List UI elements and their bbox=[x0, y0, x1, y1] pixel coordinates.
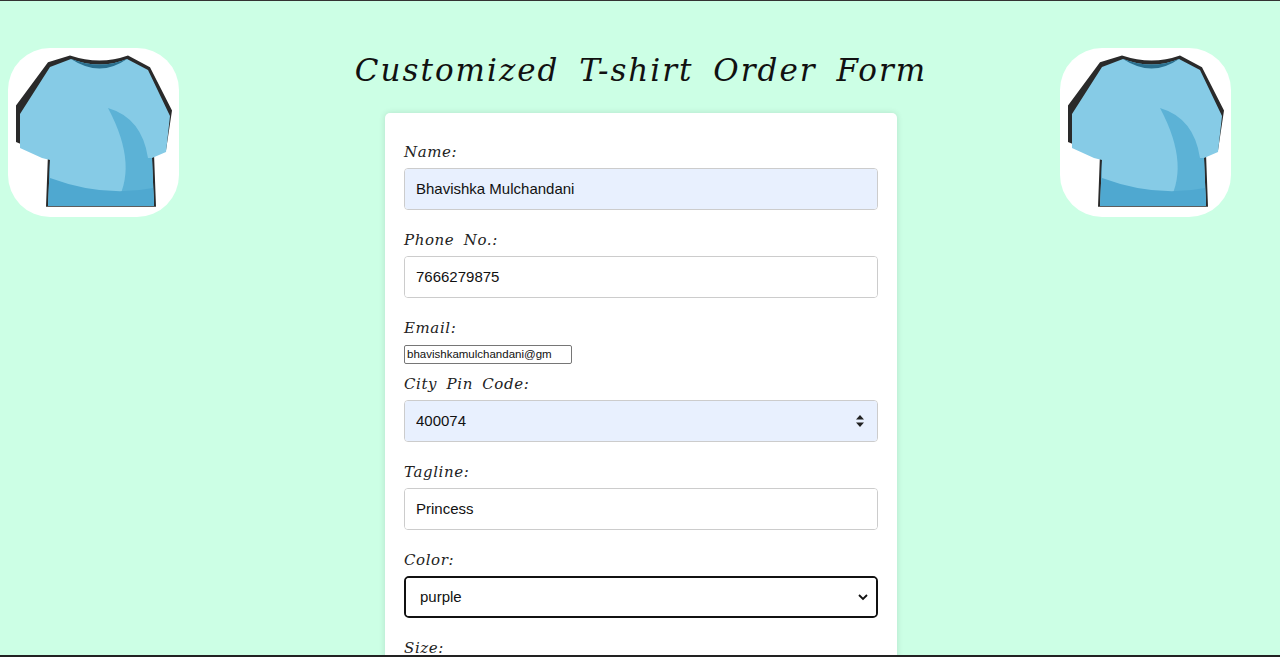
email-input[interactable] bbox=[405, 346, 571, 363]
text-input[interactable] bbox=[405, 402, 855, 440]
tshirt-icon bbox=[1060, 48, 1231, 217]
field-box bbox=[404, 256, 878, 298]
field-fill bbox=[405, 169, 877, 209]
chevron-down-icon[interactable] bbox=[858, 593, 868, 601]
select-value: purple bbox=[420, 588, 462, 605]
page-title: Customized T-shirt Order Form bbox=[265, 48, 1017, 92]
field-box bbox=[404, 400, 878, 442]
field-box bbox=[404, 488, 878, 530]
field-fill bbox=[405, 346, 571, 363]
field-label: Tagline: bbox=[404, 462, 878, 482]
tshirt-icon bbox=[8, 48, 179, 217]
field-label: Size: bbox=[404, 638, 878, 657]
field-box bbox=[404, 345, 572, 364]
field-fill: purple bbox=[406, 578, 876, 616]
field-box: purple bbox=[404, 576, 878, 618]
field-label: Color: bbox=[404, 550, 878, 570]
field-fill bbox=[405, 401, 877, 441]
field-label: Name: bbox=[404, 142, 878, 162]
email-row bbox=[404, 344, 878, 374]
field-label: Email: bbox=[404, 318, 878, 338]
field-fill bbox=[405, 489, 877, 529]
field-label: Phone No.: bbox=[404, 230, 878, 250]
field-label: City Pin Code: bbox=[404, 374, 878, 394]
spinner-arrows-icon[interactable] bbox=[855, 414, 865, 428]
text-input[interactable] bbox=[405, 170, 877, 208]
text-input[interactable] bbox=[405, 258, 877, 296]
text-input[interactable] bbox=[405, 490, 877, 528]
order-form: Name: Phone No.: Email: City Pin Code: Tagli… bbox=[385, 113, 897, 657]
field-box bbox=[404, 168, 878, 210]
field-fill bbox=[405, 257, 877, 297]
color-select[interactable]: purple bbox=[406, 578, 858, 616]
